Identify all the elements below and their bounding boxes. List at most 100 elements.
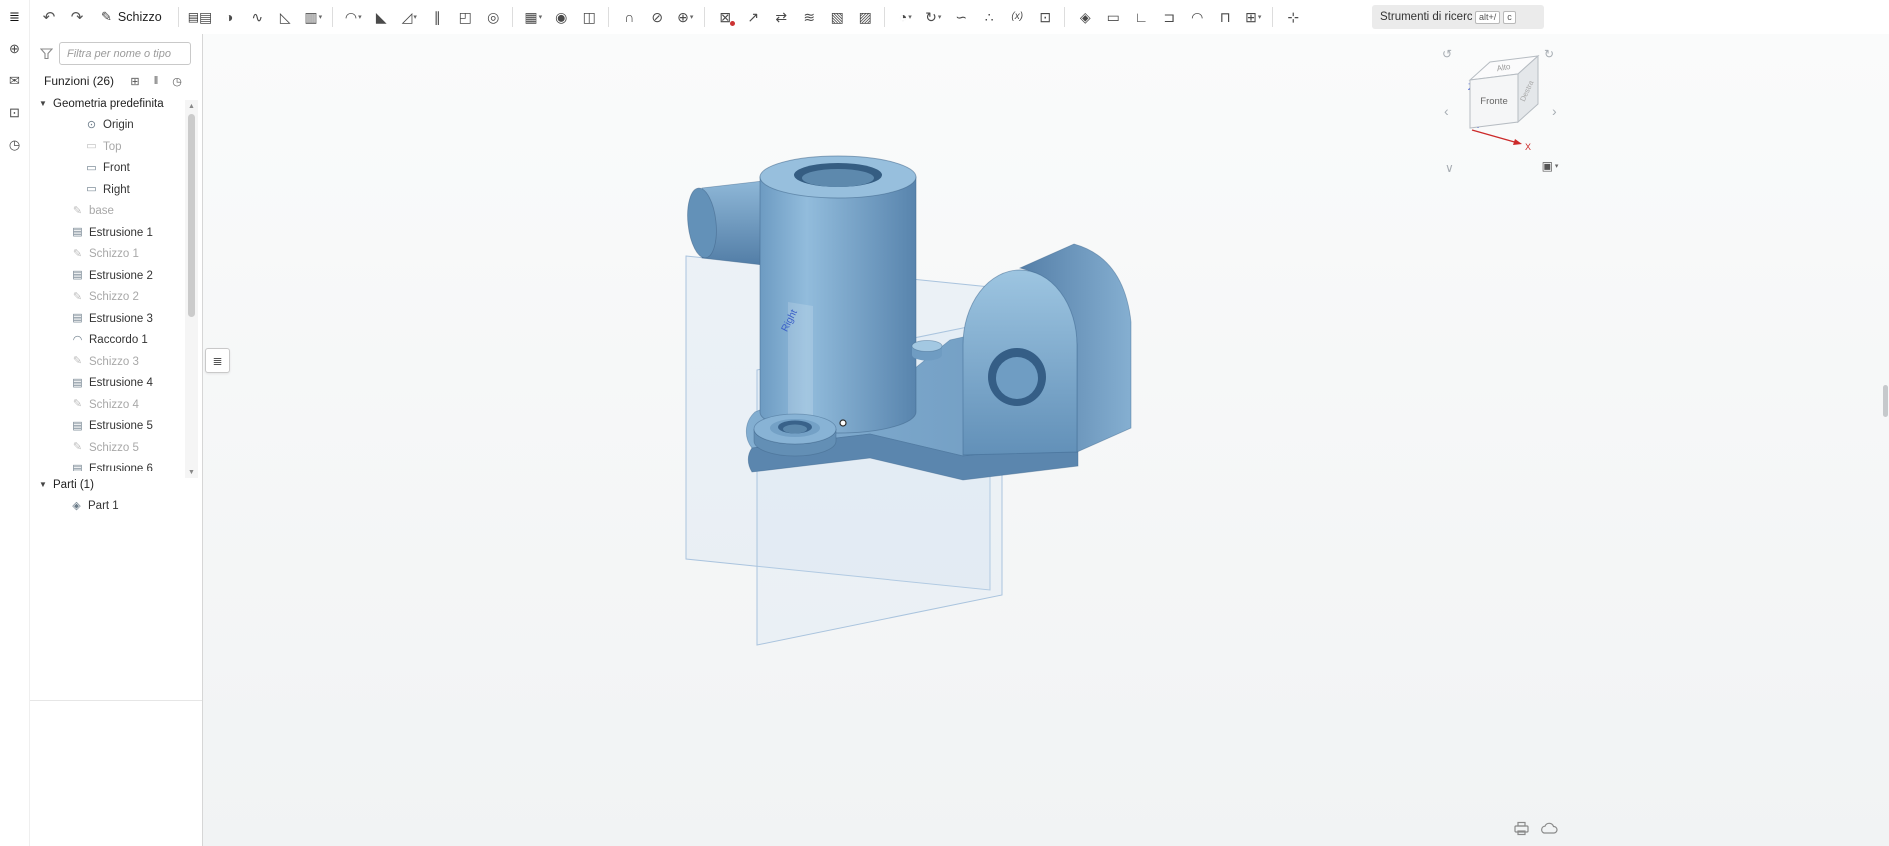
feature-tree-row[interactable]: ▼ Front	[30, 158, 186, 180]
fillet-tool-button[interactable]: ◠ ▾	[332, 4, 366, 30]
rotate-right-icon[interactable]: ›	[1552, 104, 1557, 118]
history-rail-button[interactable]: ◷	[4, 134, 26, 156]
main-cylinder[interactable]	[759, 155, 917, 434]
feature-tree-row[interactable]: ▼ Schizzo 4	[30, 394, 186, 416]
rotate-down-icon[interactable]: ∨	[1445, 162, 1454, 174]
feature-list-flyout-button[interactable]: ≣	[205, 348, 230, 373]
frame-tool-button[interactable]: ⊞ ▾	[1240, 4, 1266, 30]
compare-icon: ⊡	[9, 105, 20, 120]
feature-tree-row[interactable]: ▼ Top	[30, 136, 186, 158]
model-canvas[interactable]: Right	[203, 34, 1889, 846]
graphics-viewport[interactable]: Right ≣ ↺ ↻ ‹ › ∨ Z X Fronte Alto Destra	[203, 34, 1889, 846]
search-tools-box[interactable]: alt+/ c	[1372, 5, 1544, 29]
mirror-tool-button[interactable]: ◫ ▾	[576, 4, 602, 30]
rotate-left-icon[interactable]: ‹	[1444, 104, 1449, 118]
rollback-history-icon[interactable]: ◷	[170, 75, 184, 88]
feature-tree-row[interactable]: ▼ Estrusione 5	[30, 416, 186, 438]
feature-tree-row[interactable]: ▼ Schizzo 3	[30, 351, 186, 373]
boundary-surface-tool-button[interactable]: ▧ ▾	[824, 4, 850, 30]
search-input[interactable]	[1380, 11, 1472, 23]
feature-tree-row[interactable]: ▼ Origin	[30, 115, 186, 137]
helix-tool-button[interactable]: ↻ ▾	[920, 4, 946, 30]
transform-tool-button[interactable]: ⊕ ▾	[672, 4, 698, 30]
feature-tree-row[interactable]: ▼ Estrusione 3	[30, 308, 186, 330]
parts-section-header[interactable]: ▼ Parti (1)	[30, 474, 202, 496]
pause-updates-icon[interactable]: ‖	[149, 75, 163, 88]
undo-button[interactable]: ↶	[36, 4, 62, 30]
feature-tree-row[interactable]: ▼ Estrusione 2	[30, 265, 186, 287]
rotate-ccw-icon[interactable]: ↺	[1442, 48, 1452, 60]
flange-tool-button[interactable]: ∟ ▾	[1128, 4, 1154, 30]
origin-point[interactable]	[839, 419, 847, 427]
modify-fillet-tool-button[interactable]: ◔ ▾	[884, 4, 918, 30]
rib-tool-button[interactable]: ∥ ▾	[424, 4, 450, 30]
thicken-tool-button[interactable]: ▥ ▾	[300, 4, 326, 30]
scroll-up-arrow[interactable]: ▲	[185, 100, 198, 112]
window-scrollbar-thumb[interactable]	[1883, 385, 1888, 417]
add-tab-rail-button[interactable]: ⊕	[4, 38, 26, 60]
point-tool-button[interactable]: ∴ ▾	[976, 4, 1002, 30]
scroll-down-arrow[interactable]: ▼	[185, 466, 198, 478]
bend-tool-button[interactable]: ◠ ▾	[1184, 4, 1210, 30]
side-boss-cylinder[interactable]	[684, 179, 773, 267]
feature-tree-row[interactable]: ▼ base	[30, 201, 186, 223]
tree-scrollbar[interactable]: ▲ ▼	[185, 100, 198, 478]
curve-tool-button[interactable]: ∽ ▾	[948, 4, 974, 30]
derived-tool-button[interactable]: ⊡ ▾	[1032, 4, 1058, 30]
features-title: Funzioni (26)	[44, 74, 115, 88]
comments-rail-button[interactable]: ✉	[4, 70, 26, 92]
replace-face-tool-button[interactable]: ⇄ ▾	[768, 4, 794, 30]
variable-tool-button[interactable]: (x) ▾	[1004, 4, 1030, 30]
tag-tool-button[interactable]: ◈ ▾	[1064, 4, 1098, 30]
mounting-lug[interactable]	[962, 243, 1132, 456]
window-scrollbar[interactable]	[1883, 34, 1889, 846]
plate-pin[interactable]	[911, 340, 943, 361]
delete-face-tool-button[interactable]: ⊠ ▾	[704, 4, 738, 30]
revolve-tool-button[interactable]: ◑ ▾	[216, 4, 242, 30]
feature-tree-row[interactable]: ▼ Estrusione 1	[30, 222, 186, 244]
insert-folder-icon[interactable]: ⊞	[128, 75, 142, 88]
fill-surface-tool-button[interactable]: ▨ ▾	[852, 4, 878, 30]
printer-3d-icon[interactable]	[1513, 821, 1530, 836]
feature-tree-row[interactable]: ▼ Estrusione 6	[30, 459, 186, 471]
feature-tree-row[interactable]: ▼ Schizzo 2	[30, 287, 186, 309]
redo-button[interactable]: ↷	[64, 4, 90, 30]
hem-tool-button[interactable]: ⊐ ▾	[1156, 4, 1182, 30]
feature-list-rail-button[interactable]: ≣	[4, 6, 26, 28]
filter-input[interactable]	[59, 42, 191, 65]
hole-tool-button[interactable]: ◎ ▾	[480, 4, 506, 30]
draft-tool-button[interactable]: ◿ ▾	[396, 4, 422, 30]
chevron-down-icon[interactable]: ▼	[38, 99, 48, 108]
view-options-button[interactable]: ▣ ▾	[1534, 156, 1566, 176]
sheet-metal-tool-button[interactable]: ▭ ▾	[1100, 4, 1126, 30]
sketch-icon	[71, 206, 84, 217]
split-tool-button[interactable]: ⊘ ▾	[644, 4, 670, 30]
extrude-tool-button[interactable]: ▤ ▾	[186, 4, 215, 30]
extrude-icon	[71, 227, 84, 238]
sweep-tool-button[interactable]: ∿ ▾	[244, 4, 270, 30]
chamfer-tool-button[interactable]: ◣ ▾	[368, 4, 394, 30]
sketch-button[interactable]: ✎ Schizzo	[92, 4, 171, 30]
front-boss[interactable]	[753, 413, 837, 457]
compare-rail-button[interactable]: ⊡	[4, 102, 26, 124]
feature-tree-row[interactable]: ▼ Schizzo 5	[30, 437, 186, 459]
move-face-tool-button[interactable]: ↗ ▾	[740, 4, 766, 30]
feature-tree-row[interactable]: ▼ Right	[30, 179, 186, 201]
shell-tool-button[interactable]: ◰ ▾	[452, 4, 478, 30]
part-row[interactable]: Part 1	[30, 496, 202, 518]
boolean-tool-button[interactable]: ∩ ▾	[608, 4, 642, 30]
feature-tree-row[interactable]: ▼ Geometria predefinita	[30, 93, 186, 115]
loft-tool-button[interactable]: ◺ ▾	[272, 4, 298, 30]
chevron-down-icon[interactable]: ▼	[38, 480, 48, 489]
feature-tree-row[interactable]: ▼ Raccordo 1	[30, 330, 186, 352]
tab-feature-tool-button[interactable]: ⊓ ▾	[1212, 4, 1238, 30]
feature-tree-row[interactable]: ▼ Schizzo 1	[30, 244, 186, 266]
feature-tree-row[interactable]: ▼ Estrusione 4	[30, 373, 186, 395]
offset-surface-tool-button[interactable]: ≋ ▾	[796, 4, 822, 30]
circular-pattern-tool-button[interactable]: ◉ ▾	[548, 4, 574, 30]
linear-pattern-tool-button[interactable]: ▦ ▾	[512, 4, 546, 30]
custom-feature-tool-button[interactable]: ⊹ ▾	[1272, 4, 1306, 30]
cloud-icon[interactable]	[1540, 822, 1559, 835]
scrollbar-thumb[interactable]	[188, 114, 195, 317]
rotate-cw-icon[interactable]: ↻	[1544, 48, 1554, 60]
